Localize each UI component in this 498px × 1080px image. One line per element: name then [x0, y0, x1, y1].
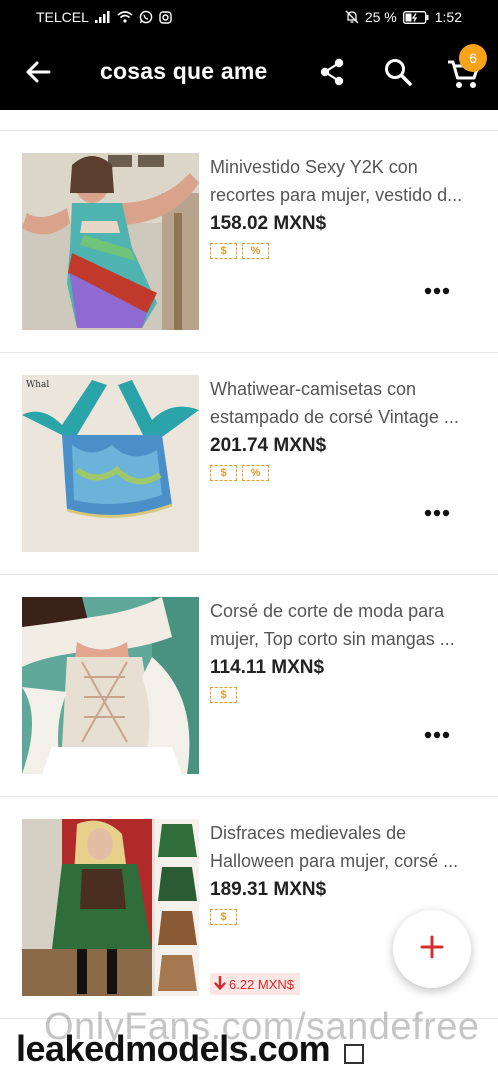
- plus-icon: [420, 935, 444, 964]
- product-price: 201.74 MXN$: [210, 435, 327, 456]
- promo-tags: $ %: [210, 243, 269, 259]
- coupon-tag: $: [210, 687, 237, 703]
- list-top-divider: [0, 110, 498, 131]
- nav-recent-square-icon: [344, 1044, 364, 1064]
- product-price: 158.02 MXN$: [210, 213, 327, 234]
- battery-percent: 25 %: [364, 9, 397, 25]
- product-image[interactable]: [22, 597, 199, 774]
- svg-text:Whal: Whal: [26, 380, 49, 390]
- product-name[interactable]: Whatiwear-camisetas con estampado de cor…: [210, 375, 480, 431]
- whatsapp-icon: [139, 10, 153, 24]
- clock: 1:52: [434, 9, 462, 25]
- price-drop-amount: 6.22 MXN$: [229, 976, 295, 992]
- list-item[interactable]: Corsé de corte de moda para mujer, Top c…: [0, 575, 498, 797]
- instagram-icon: [159, 10, 172, 24]
- battery-icon: [402, 10, 429, 24]
- list-item[interactable]: Whal Whatiwear-camisetas con estampado d…: [0, 353, 498, 575]
- carrier-label: TELCEL: [36, 9, 89, 25]
- status-bar: TELCEL 25 % 1:52: [0, 0, 498, 34]
- list-item[interactable]: Minivestido Sexy Y2K con recortes para m…: [0, 131, 498, 353]
- signal-icon: [94, 11, 111, 23]
- more-options-icon[interactable]: [422, 279, 452, 303]
- mute-icon: [345, 10, 359, 24]
- search-icon[interactable]: [382, 56, 414, 88]
- product-name[interactable]: Disfraces medievales de Halloween para m…: [210, 819, 480, 875]
- discount-tag: %: [242, 243, 269, 259]
- more-options-icon[interactable]: [422, 723, 452, 747]
- page-title: cosas que ame: [100, 58, 268, 84]
- product-image[interactable]: [22, 819, 199, 996]
- wifi-icon: [117, 11, 133, 23]
- price-drop-badge: 6.22 MXN$: [210, 973, 301, 995]
- product-image[interactable]: Whal: [22, 375, 199, 552]
- product-name[interactable]: Corsé de corte de moda para mujer, Top c…: [210, 597, 480, 653]
- app-bar: cosas que ame 6: [0, 34, 498, 110]
- product-image[interactable]: [22, 153, 199, 330]
- coupon-tag: $: [210, 243, 237, 259]
- discount-tag: %: [242, 465, 269, 481]
- promo-tags: $: [210, 909, 237, 925]
- more-options-icon[interactable]: [422, 501, 452, 525]
- product-list: Minivestido Sexy Y2K con recortes para m…: [0, 110, 498, 1019]
- promo-tags: $: [210, 687, 237, 703]
- coupon-tag: $: [210, 465, 237, 481]
- promo-tags: $ %: [210, 465, 269, 481]
- share-icon[interactable]: [316, 56, 348, 88]
- back-arrow-icon[interactable]: [22, 56, 54, 88]
- cart-count-badge: 6: [459, 44, 487, 72]
- watermark-leakedmodels: leakedmodels.com: [16, 1028, 331, 1069]
- coupon-tag: $: [210, 909, 237, 925]
- product-name[interactable]: Minivestido Sexy Y2K con recortes para m…: [210, 153, 480, 209]
- add-fab-button[interactable]: [393, 910, 471, 988]
- down-arrow-icon: [214, 975, 226, 993]
- product-price: 189.31 MXN$: [210, 879, 327, 900]
- product-price: 114.11 MXN$: [210, 657, 325, 678]
